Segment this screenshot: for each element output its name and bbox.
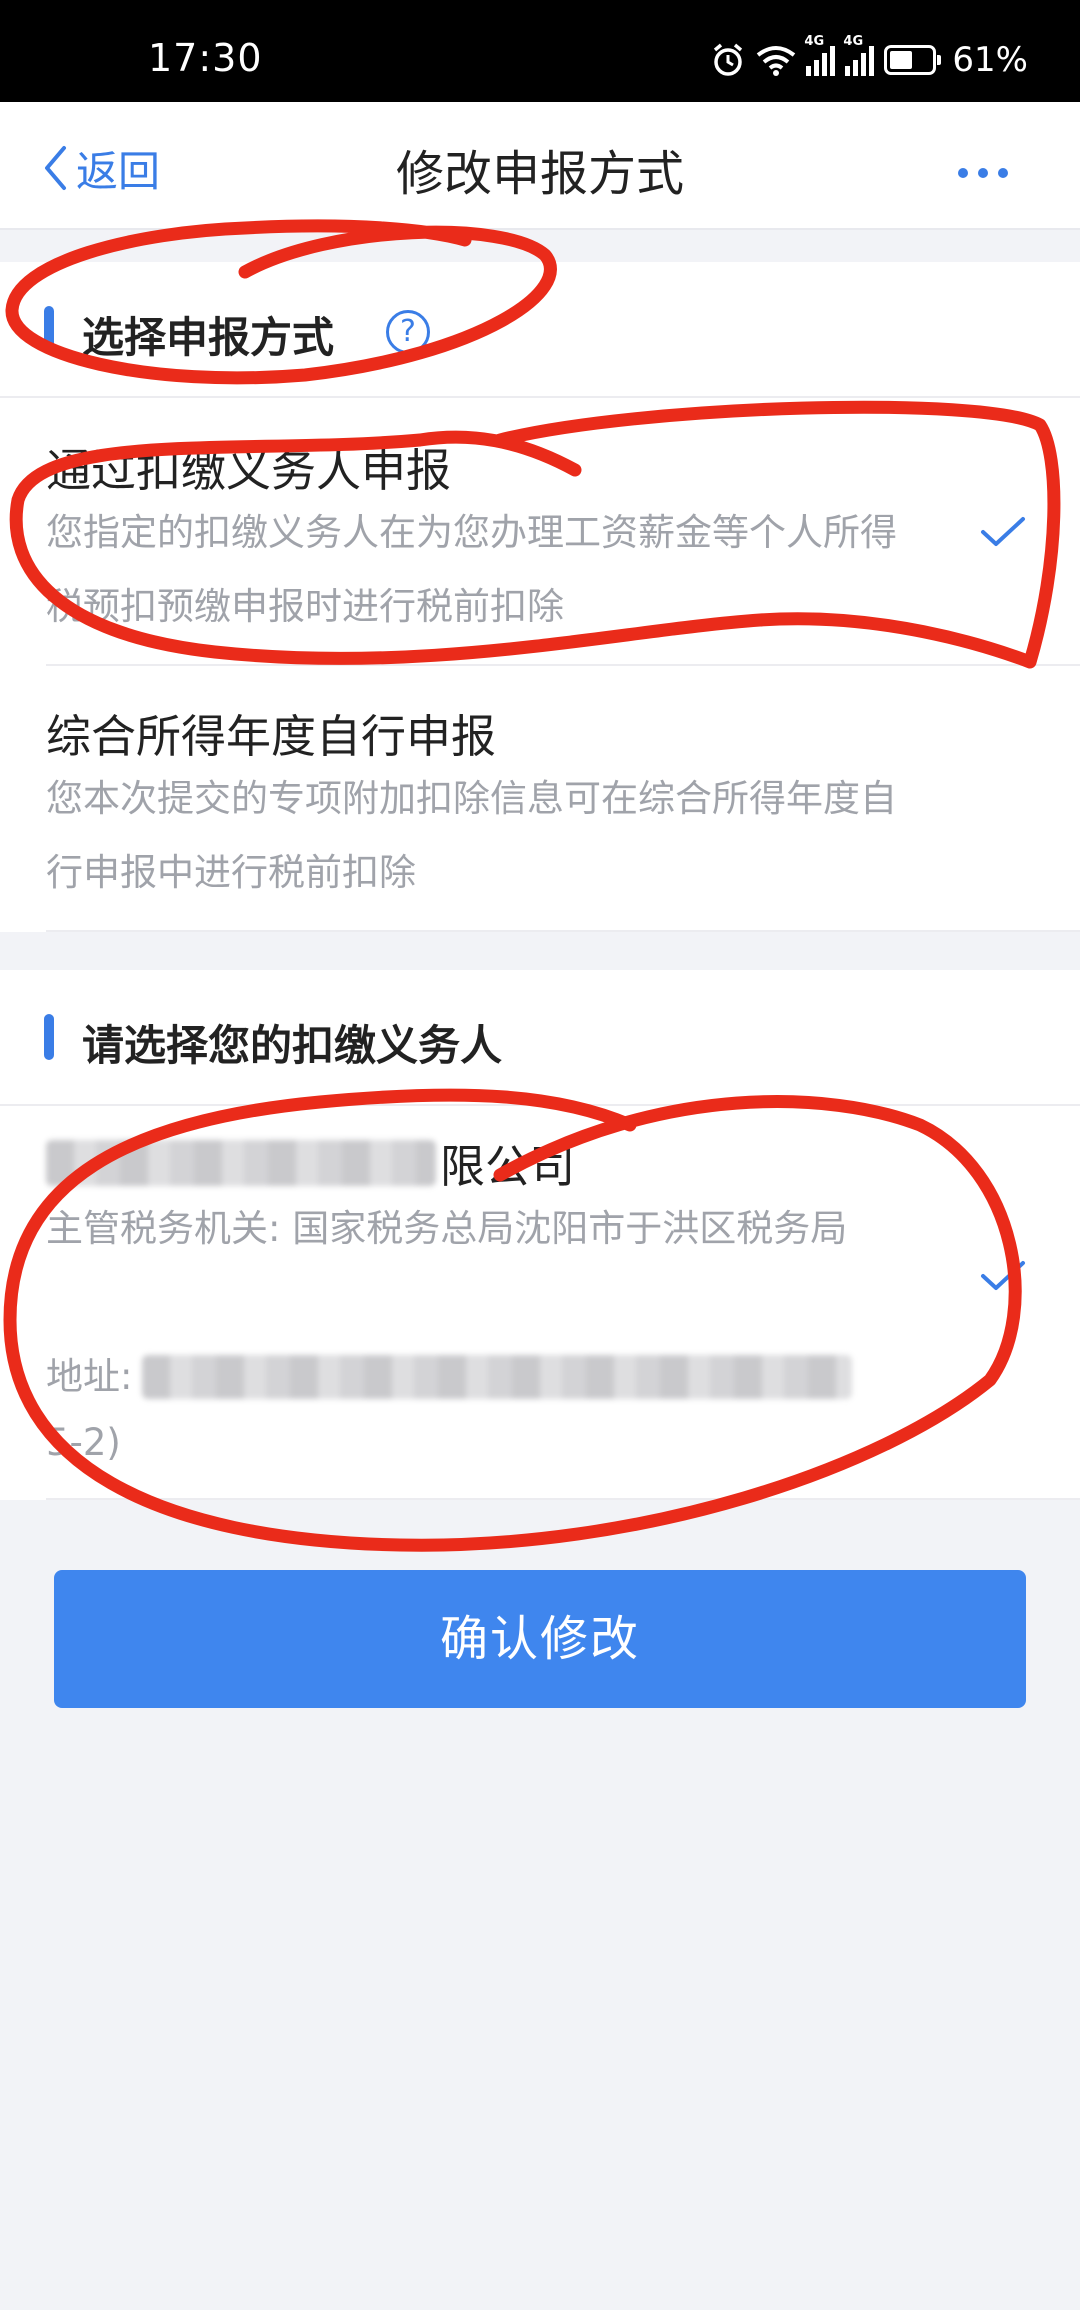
withholder-item[interactable]: 限公司 主管税务机关: 国家税务总局沈阳市于洪区税务局 地址: 5-2) xyxy=(0,1108,1080,1470)
wifi-icon xyxy=(757,46,796,76)
option-title: 综合所得年度自行申报 xyxy=(46,710,497,763)
redacted-company-name xyxy=(46,1139,436,1186)
section-header-method: 选择申报方式 ? xyxy=(0,262,1080,398)
section-title-withholder: 请选择您的扣缴义务人 xyxy=(82,1021,503,1070)
divider xyxy=(46,930,1080,932)
network-type-label: 4G xyxy=(804,34,825,49)
network-type-label: 4G xyxy=(843,34,864,49)
status-icons: 4G 4G 61% xyxy=(710,34,1028,80)
section-accent-bar xyxy=(44,1014,54,1060)
battery-icon xyxy=(884,45,942,75)
section-header-withholder: 请选择您的扣缴义务人 xyxy=(0,970,1080,1106)
nav-bar: 返回 修改申报方式 xyxy=(0,102,1080,230)
option-withholder-declare[interactable]: 通过扣缴义务人申报 您指定的扣缴义务人在为您办理工资薪金等个人所得税预扣预缴申报… xyxy=(0,400,1080,664)
option-description: 您本次提交的专项附加扣除信息可在综合所得年度自行申报中进行税前扣除 xyxy=(46,777,897,894)
page-title: 修改申报方式 xyxy=(395,146,684,202)
option-description: 您指定的扣缴义务人在为您办理工资薪金等个人所得税预扣预缴申报时进行税前扣除 xyxy=(46,511,897,628)
signal-icon: 4G xyxy=(843,34,875,76)
checkmark-icon xyxy=(981,517,1025,546)
address-line: 地址: xyxy=(46,1340,906,1414)
company-name-tail: 限公司 xyxy=(440,1140,576,1193)
tax-office-line: 主管税务机关: 国家税务总局沈阳市于洪区税务局 xyxy=(46,1192,886,1266)
company-name: 限公司 xyxy=(46,1130,575,1195)
declaration-method-card: 选择申报方式 ? 通过扣缴义务人申报 您指定的扣缴义务人在为您办理工资薪金等个人… xyxy=(0,262,1080,932)
address-tail: 5-2) xyxy=(46,1421,121,1464)
help-icon[interactable]: ? xyxy=(386,310,430,354)
alarm-icon xyxy=(714,43,743,76)
battery-percent: 61% xyxy=(952,40,1028,80)
more-menu-button[interactable] xyxy=(958,168,1008,178)
divider xyxy=(46,1498,1080,1500)
redacted-address xyxy=(142,1355,853,1399)
more-dot-icon xyxy=(998,168,1008,178)
confirm-modify-button[interactable]: 确认修改 xyxy=(54,1570,1026,1708)
signal-icon: 4G xyxy=(804,34,836,76)
more-dot-icon xyxy=(978,168,988,178)
option-self-declare[interactable]: 综合所得年度自行申报 您本次提交的专项附加扣除信息可在综合所得年度自行申报中进行… xyxy=(0,666,1080,932)
option-title: 通过扣缴义务人申报 xyxy=(46,444,452,497)
section-accent-bar xyxy=(44,306,54,352)
status-time: 17:30 xyxy=(148,36,263,80)
checkmark-icon xyxy=(981,1261,1025,1290)
tax-office-value: 国家税务总局沈阳市于洪区税务局 xyxy=(292,1207,848,1250)
status-bar: 17:30 4G 4G 61% xyxy=(0,0,1080,102)
more-dot-icon xyxy=(958,168,968,178)
tax-office-label: 主管税务机关: xyxy=(46,1207,281,1250)
address-label: 地址: xyxy=(46,1355,133,1398)
section-title-method: 选择申报方式 xyxy=(82,313,335,362)
withholder-card: 请选择您的扣缴义务人 限公司 主管税务机关: 国家税务总局沈阳市于洪区税务局 地… xyxy=(0,970,1080,1500)
